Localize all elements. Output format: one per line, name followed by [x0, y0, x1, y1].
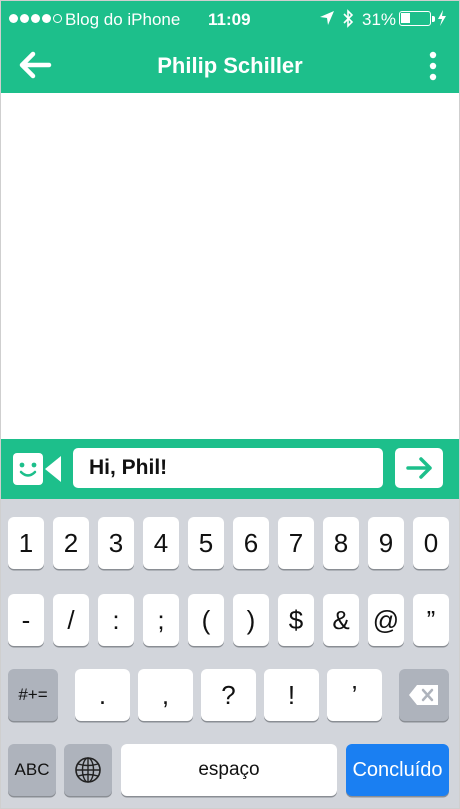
- vertical-dots-icon[interactable]: [421, 46, 445, 86]
- key-ampersand[interactable]: &: [323, 594, 359, 646]
- key-5[interactable]: 5: [188, 517, 224, 569]
- message-composer: Hi, Phil!: [1, 439, 459, 499]
- charging-icon: [437, 10, 447, 30]
- key-4[interactable]: 4: [143, 517, 179, 569]
- keyboard: 1 2 3 4 5 6 7 8 9 0 - / : ; ( ) $ & @ ” …: [1, 499, 459, 808]
- key-colon[interactable]: :: [98, 594, 134, 646]
- key-0[interactable]: 0: [413, 517, 449, 569]
- navigation-bar: Philip Schiller: [1, 39, 459, 93]
- app-frame: Blog do iPhone 11:09 31% Philip Schiller…: [0, 0, 460, 809]
- key-3[interactable]: 3: [98, 517, 134, 569]
- conversation-title: Philip Schiller: [157, 53, 303, 78]
- globe-icon: [75, 757, 101, 783]
- key-semicolon[interactable]: ;: [143, 594, 179, 646]
- backspace-icon: [409, 685, 438, 705]
- key-apostrophe[interactable]: ’: [327, 669, 382, 721]
- key-slash[interactable]: /: [53, 594, 89, 646]
- key-at[interactable]: @: [368, 594, 404, 646]
- key-9[interactable]: 9: [368, 517, 404, 569]
- key-1[interactable]: 1: [8, 517, 44, 569]
- carrier-name: Blog do iPhone: [65, 10, 181, 29]
- status-time: 11:09: [208, 10, 251, 29]
- location-icon: [319, 9, 335, 32]
- key-hyphen[interactable]: -: [8, 594, 44, 646]
- done-button[interactable]: Concluído: [346, 744, 449, 796]
- key-6[interactable]: 6: [233, 517, 269, 569]
- message-input[interactable]: Hi, Phil!: [73, 448, 383, 488]
- key-symbols-toggle[interactable]: #+=: [8, 669, 58, 721]
- key-period[interactable]: .: [75, 669, 130, 721]
- header-bar: Blog do iPhone 11:09 31% Philip Schiller: [1, 1, 459, 93]
- battery-percentage: 31%: [362, 10, 397, 29]
- globe-button[interactable]: [64, 744, 112, 796]
- key-close-paren[interactable]: ): [233, 594, 269, 646]
- send-button[interactable]: [395, 448, 443, 488]
- key-2[interactable]: 2: [53, 517, 89, 569]
- bluetooth-icon: [341, 9, 355, 34]
- key-open-paren[interactable]: (: [188, 594, 224, 646]
- smiley-video-icon[interactable]: [13, 453, 63, 485]
- key-comma[interactable]: ,: [138, 669, 193, 721]
- key-abc[interactable]: ABC: [8, 744, 56, 796]
- key-exclamation[interactable]: !: [264, 669, 319, 721]
- arrow-right-icon: [406, 457, 432, 479]
- delete-button[interactable]: [399, 669, 449, 721]
- key-dollar[interactable]: $: [278, 594, 314, 646]
- key-quote[interactable]: ”: [413, 594, 449, 646]
- space-key[interactable]: espaço: [121, 744, 337, 796]
- message-area: [1, 93, 459, 439]
- key-question[interactable]: ?: [201, 669, 256, 721]
- status-bar: Blog do iPhone 11:09 31%: [1, 1, 459, 39]
- key-7[interactable]: 7: [278, 517, 314, 569]
- battery-icon: [399, 11, 435, 26]
- key-8[interactable]: 8: [323, 517, 359, 569]
- signal-strength-icon: [9, 14, 62, 23]
